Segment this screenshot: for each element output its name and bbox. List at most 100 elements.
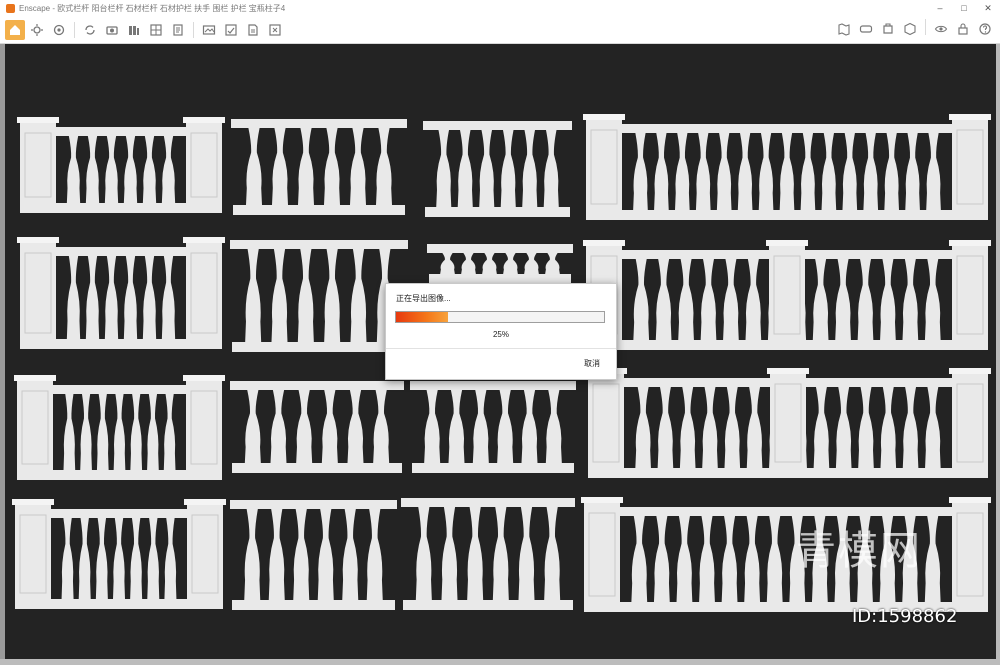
settings-icon[interactable]: [49, 20, 69, 40]
baluster: [66, 136, 81, 203]
batch-icon[interactable]: [265, 20, 285, 40]
panorama-icon[interactable]: [199, 20, 219, 40]
baluster: [631, 516, 648, 602]
baluster: [497, 390, 514, 463]
baluster: [436, 130, 452, 207]
toolbar-right-group: [833, 19, 996, 39]
baluster: [635, 387, 651, 468]
brightness-icon[interactable]: [27, 20, 47, 40]
viewport-left-edge: [0, 44, 5, 665]
baluster: [500, 130, 516, 207]
post-cap: [184, 499, 226, 505]
baluster: [296, 390, 313, 463]
baluster: [518, 507, 535, 600]
baluster: [925, 387, 941, 468]
cancel-button[interactable]: 取消: [584, 358, 600, 369]
post-cap: [949, 240, 991, 246]
baluster: [676, 516, 693, 602]
baluster: [142, 136, 157, 203]
progress-bar: [395, 311, 605, 323]
baluster: [472, 390, 489, 463]
baluster: [737, 133, 753, 210]
baluster: [298, 128, 314, 205]
minimize-button[interactable]: –: [928, 0, 952, 16]
baluster: [324, 249, 341, 342]
top-rail: [230, 500, 397, 509]
baluster: [924, 516, 941, 602]
top-rail: [231, 119, 407, 128]
bottom-rail: [232, 463, 402, 473]
baluster: [884, 133, 899, 210]
baluster: [521, 390, 538, 463]
baluster: [164, 518, 177, 599]
export-icon[interactable]: [221, 20, 241, 40]
baluster: [142, 256, 157, 339]
top-rail: [230, 381, 404, 390]
maximize-button[interactable]: □: [952, 0, 976, 16]
baluster: [902, 387, 919, 468]
baluster: [271, 249, 288, 342]
post-cap: [583, 114, 625, 120]
post-cap: [183, 237, 225, 243]
baluster: [245, 249, 262, 342]
baluster: [633, 259, 650, 340]
grid-icon[interactable]: [146, 20, 166, 40]
view-icon[interactable]: [931, 19, 951, 39]
baluster: [161, 256, 176, 339]
baluster: [161, 136, 176, 203]
close-button[interactable]: ✕: [976, 0, 1000, 16]
home-icon[interactable]: [5, 19, 25, 40]
render-queue-icon[interactable]: [243, 20, 263, 40]
baluster: [130, 518, 143, 599]
top-rail: [51, 385, 188, 394]
baluster: [695, 133, 711, 210]
baluster: [723, 259, 739, 340]
capture-icon[interactable]: [102, 20, 122, 40]
vr-icon[interactable]: [856, 19, 876, 39]
baluster: [700, 259, 717, 340]
map-icon[interactable]: [834, 19, 854, 39]
top-rail: [230, 240, 408, 249]
bottom-rail: [412, 463, 574, 473]
top-rail: [49, 509, 189, 518]
baluster: [544, 507, 561, 600]
top-rail: [620, 124, 954, 133]
post-cap: [17, 117, 59, 123]
baluster: [812, 259, 829, 340]
post-cap: [12, 499, 54, 505]
baluster: [95, 518, 108, 599]
baluster: [678, 259, 694, 340]
baluster: [448, 390, 465, 463]
post-cap: [766, 240, 808, 246]
baluster: [85, 256, 100, 339]
compose-icon[interactable]: [168, 20, 188, 40]
baluster: [758, 133, 774, 210]
help-icon[interactable]: [975, 19, 995, 39]
baluster: [545, 253, 560, 274]
baluster: [147, 518, 160, 599]
baluster: [675, 133, 690, 210]
baluster: [905, 133, 920, 210]
baluster: [858, 387, 874, 468]
baluster: [246, 128, 262, 205]
dialog-title: 正在导出图像...: [396, 294, 451, 303]
top-rail: [427, 244, 573, 253]
baluster: [270, 390, 287, 463]
baluster: [467, 507, 484, 600]
asset-icon[interactable]: [878, 19, 898, 39]
lock-icon[interactable]: [953, 19, 973, 39]
baluster: [347, 390, 364, 463]
library-icon[interactable]: [124, 20, 144, 40]
post-cap: [17, 237, 59, 243]
window-controls: – □ ✕: [928, 0, 1000, 16]
bottom-rail: [425, 207, 570, 217]
baluster: [524, 253, 539, 274]
progress-fill: [396, 312, 448, 322]
watermark-brand: 青模网: [796, 528, 922, 574]
bottom-rail: [403, 600, 573, 610]
baluster: [297, 249, 314, 342]
baluster: [424, 390, 441, 463]
cube-icon[interactable]: [900, 19, 920, 39]
baluster: [113, 518, 125, 599]
sync-icon[interactable]: [80, 20, 100, 40]
